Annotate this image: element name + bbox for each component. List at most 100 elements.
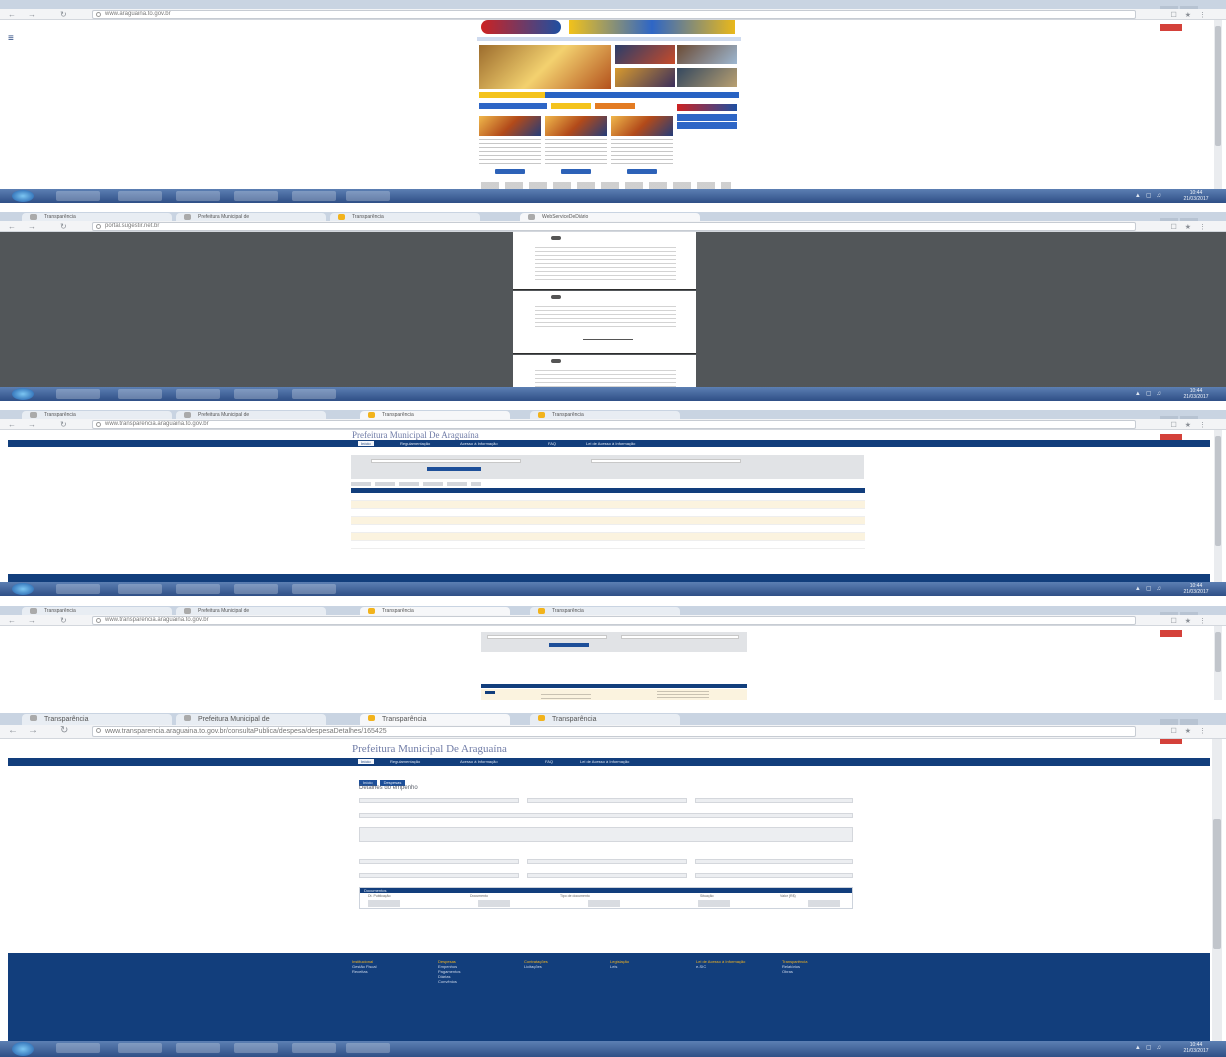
forward-arrow-icon[interactable]: → — [28, 222, 36, 231]
browser-tab[interactable]: Transparência — [360, 411, 510, 419]
browser-tab[interactable]: Transparência — [530, 607, 680, 615]
reload-icon[interactable]: ↻ — [60, 420, 67, 429]
vertical-scrollbar[interactable] — [1214, 20, 1222, 189]
nav-regulamentacao[interactable]: Regulamentação — [390, 759, 420, 764]
side-banner[interactable] — [677, 122, 737, 129]
taskbar-media-icon[interactable] — [176, 389, 220, 399]
browser-actions-icon[interactable]: ☐★⋮ — [1170, 617, 1214, 625]
page-info-icon[interactable] — [96, 224, 101, 229]
table-row[interactable] — [351, 517, 865, 525]
start-button[interactable] — [12, 388, 34, 400]
news-thumbnail[interactable] — [677, 45, 737, 64]
back-arrow-icon[interactable]: ← — [8, 10, 16, 19]
close-window-button[interactable] — [1160, 630, 1182, 637]
address-bar[interactable]: www.transparencia.araguaina.to.gov.br/co… — [92, 726, 1136, 737]
hero-image[interactable] — [479, 45, 611, 89]
taskbar-app-icon[interactable] — [292, 1043, 336, 1053]
browser-tab[interactable]: Transparência — [530, 714, 680, 725]
filter-input[interactable] — [621, 635, 739, 639]
browser-tab[interactable]: Transparência — [22, 607, 172, 615]
taskbar-explorer-icon[interactable] — [118, 191, 162, 201]
pdf-viewer[interactable] — [0, 232, 1226, 395]
side-banner[interactable] — [677, 114, 737, 121]
taskbar-chrome-icon[interactable] — [234, 191, 278, 201]
nav-acesso-informacao[interactable]: Acesso à Informação — [460, 441, 498, 446]
table-row[interactable] — [351, 493, 865, 501]
vertical-scrollbar[interactable] — [1212, 739, 1222, 1043]
taskbar-ie-icon[interactable] — [56, 584, 100, 594]
browser-tab[interactable]: Transparência — [330, 213, 480, 221]
reload-icon[interactable]: ↻ — [60, 616, 67, 625]
taskbar-ie-icon[interactable] — [56, 1043, 100, 1053]
footer-link[interactable]: Leis — [610, 964, 629, 969]
nav-home[interactable]: Início — [358, 441, 374, 446]
taskbar-clock[interactable]: 10:4421/03/2017 — [1174, 388, 1218, 400]
vertical-scrollbar[interactable] — [1214, 430, 1222, 582]
filter-input[interactable] — [371, 459, 521, 463]
taskbar-app-icon[interactable] — [292, 191, 336, 201]
taskbar-chrome-icon[interactable] — [234, 389, 278, 399]
browser-tab[interactable]: Transparência — [530, 411, 680, 419]
browser-actions-icon[interactable]: ☐★⋮ — [1170, 421, 1214, 429]
taskbar-clock[interactable]: 10:4421/03/2017 — [1174, 190, 1218, 202]
browser-tab[interactable]: WebServiceDeDiário — [520, 213, 700, 221]
table-row[interactable] — [360, 900, 852, 907]
reload-icon[interactable]: ↻ — [60, 222, 67, 231]
start-button[interactable] — [12, 1042, 34, 1056]
news-thumbnail[interactable] — [615, 45, 675, 64]
taskbar-media-icon[interactable] — [176, 191, 220, 201]
start-button[interactable] — [12, 583, 34, 595]
browser-tab[interactable]: Prefeitura Municipal de — [176, 411, 326, 419]
page-info-icon[interactable] — [96, 728, 101, 733]
browser-tab[interactable]: Prefeitura Municipal de — [176, 607, 326, 615]
footer-link[interactable]: Convênios — [438, 979, 460, 984]
filter-input[interactable] — [487, 635, 607, 639]
system-tray[interactable]: ▲▢♫ — [1135, 192, 1166, 199]
news-thumbnail[interactable] — [615, 68, 675, 87]
table-row[interactable] — [351, 525, 865, 533]
browser-tab[interactable]: Prefeitura Municipal de — [176, 213, 326, 221]
taskbar-explorer-icon[interactable] — [118, 389, 162, 399]
forward-arrow-icon[interactable]: → — [28, 726, 38, 736]
taskbar-clock[interactable]: 10:4421/03/2017 — [1174, 583, 1218, 595]
page-info-icon[interactable] — [96, 12, 101, 17]
forward-arrow-icon[interactable]: → — [28, 616, 36, 625]
nav-lei-acesso[interactable]: Lei de Acesso à Informação — [580, 759, 629, 764]
browser-actions-icon[interactable]: ☐★⋮ — [1170, 727, 1214, 735]
taskbar-ie-icon[interactable] — [56, 389, 100, 399]
taskbar-app-icon[interactable] — [292, 389, 336, 399]
portal-menu-bar[interactable] — [477, 37, 741, 41]
news-card[interactable] — [479, 116, 541, 178]
search-button[interactable] — [549, 643, 589, 647]
browser-tab[interactable]: Transparência — [22, 411, 172, 419]
table-row[interactable] — [351, 541, 865, 549]
news-card[interactable] — [611, 116, 673, 178]
taskbar-app-icon[interactable] — [292, 584, 336, 594]
taskbar-explorer-icon[interactable] — [118, 584, 162, 594]
service-button[interactable] — [595, 103, 635, 109]
browser-tab[interactable]: Transparência — [360, 714, 510, 725]
reload-icon[interactable]: ↻ — [60, 10, 67, 19]
back-arrow-icon[interactable]: ← — [8, 222, 16, 231]
table-row[interactable] — [351, 533, 865, 541]
browser-tab[interactable]: Prefeitura Municipal de — [176, 714, 326, 725]
nav-faq[interactable]: FAQ — [545, 759, 553, 764]
taskbar-chrome-icon[interactable] — [234, 1043, 278, 1053]
nav-lei-acesso[interactable]: Lei de Acesso à Informação — [586, 441, 635, 446]
taskbar-explorer-icon[interactable] — [118, 1043, 162, 1053]
read-more-button[interactable] — [561, 169, 591, 174]
nav-acesso-informacao[interactable]: Acesso à Informação — [460, 759, 498, 764]
reload-icon[interactable]: ↻ — [60, 726, 68, 736]
forward-arrow-icon[interactable]: → — [28, 420, 36, 429]
page-info-icon[interactable] — [96, 422, 101, 427]
start-button[interactable] — [12, 190, 34, 202]
taskbar-chrome-icon[interactable] — [234, 584, 278, 594]
side-banner[interactable] — [677, 104, 737, 111]
browser-tab[interactable]: Transparência — [22, 714, 172, 725]
back-arrow-icon[interactable]: ← — [8, 616, 16, 625]
footer-link[interactable]: e-SIC — [696, 964, 745, 969]
table-row[interactable] — [351, 501, 865, 509]
nav-regulamentacao[interactable]: Regulamentação — [400, 441, 430, 446]
system-tray[interactable]: ▲▢♫ — [1135, 585, 1166, 592]
footer-link[interactable]: Receitas — [352, 969, 376, 974]
